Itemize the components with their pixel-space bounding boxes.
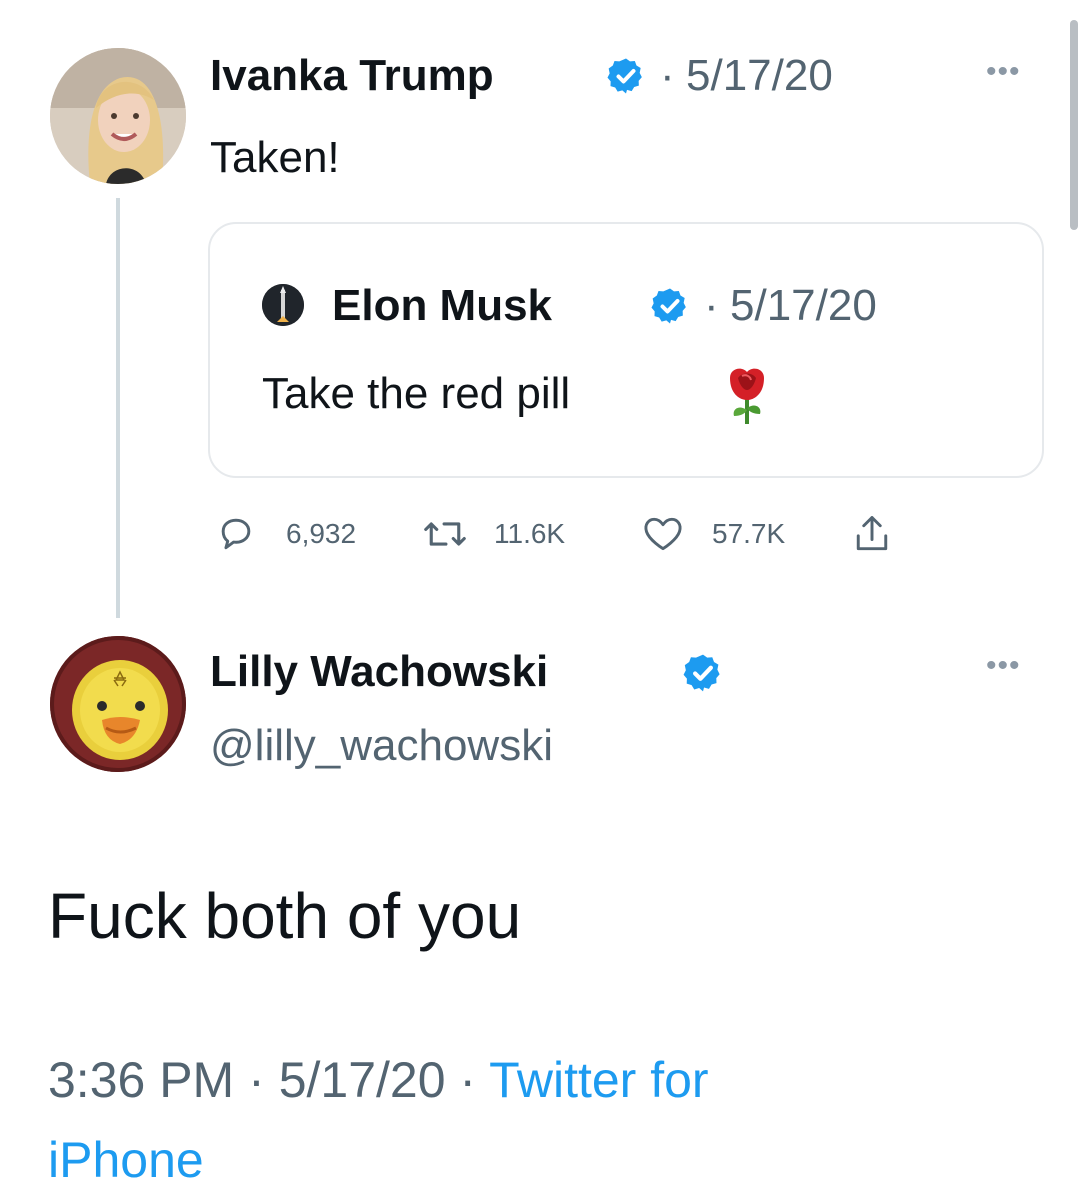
retweet-action[interactable]: 11.6K (420, 512, 565, 556)
verified-badge-icon (606, 56, 646, 96)
scrollbar-thumb[interactable] (1070, 20, 1078, 230)
verified-badge-icon (650, 286, 690, 326)
parent-date-separator: · (660, 51, 675, 100)
retweet-count: 11.6K (494, 518, 566, 549)
tweet-timestamp-line: 3:36 PM · 5/17/20 · Twitter for iPhone (48, 1040, 948, 1200)
tweet-time[interactable]: 3:36 PM (48, 1052, 234, 1108)
source-separator: · (459, 1052, 477, 1108)
reply-author-handle[interactable]: @lilly_wachowski (210, 716, 553, 776)
avatar-elon[interactable] (262, 284, 304, 326)
like-count: 57.7K (712, 518, 786, 549)
reply-icon (214, 512, 258, 556)
avatar-ivanka-image (50, 48, 186, 184)
share-action[interactable] (850, 512, 894, 556)
tweet-source-line1: Twitter for (489, 1052, 709, 1108)
more-dots-icon[interactable]: ••• (986, 651, 1021, 681)
quoted-date-separator: · (704, 281, 719, 330)
rose-emoji (716, 364, 778, 431)
retweet-icon (420, 512, 470, 556)
verified-badge-icon (682, 652, 724, 694)
avatar-ivanka[interactable] (50, 48, 186, 184)
avatar-lilly[interactable] (50, 636, 186, 772)
thread-connector-line (116, 198, 120, 618)
avatar-elon-image (262, 284, 304, 326)
quoted-tweet-text: Take the red pill (262, 369, 571, 418)
more-dots-icon[interactable]: ••• (986, 57, 1021, 87)
quoted-date[interactable]: 5/17/20 (730, 276, 877, 336)
reply-tweet-text: Fuck both of you (48, 880, 522, 952)
tweet-date[interactable]: 5/17/20 (279, 1052, 446, 1108)
reply-author-name[interactable]: Lilly Wachowski (210, 642, 548, 702)
like-action[interactable]: 57.7K (640, 512, 785, 556)
timestamp-separator: · (248, 1052, 265, 1108)
avatar-lilly-image (50, 636, 186, 772)
tweet-source-line2: iPhone (48, 1132, 204, 1188)
reply-action[interactable]: 6,932 (214, 512, 356, 556)
parent-tweet-text: Taken! (210, 133, 340, 182)
parent-author-name[interactable]: Ivanka Trump (210, 46, 494, 106)
share-icon (850, 512, 894, 556)
quoted-tweet-card[interactable] (208, 222, 1044, 478)
parent-date[interactable]: 5/17/20 (686, 46, 833, 106)
reply-count: 6,932 (286, 518, 357, 549)
quoted-author-name[interactable]: Elon Musk (332, 276, 552, 336)
heart-icon (640, 512, 686, 556)
